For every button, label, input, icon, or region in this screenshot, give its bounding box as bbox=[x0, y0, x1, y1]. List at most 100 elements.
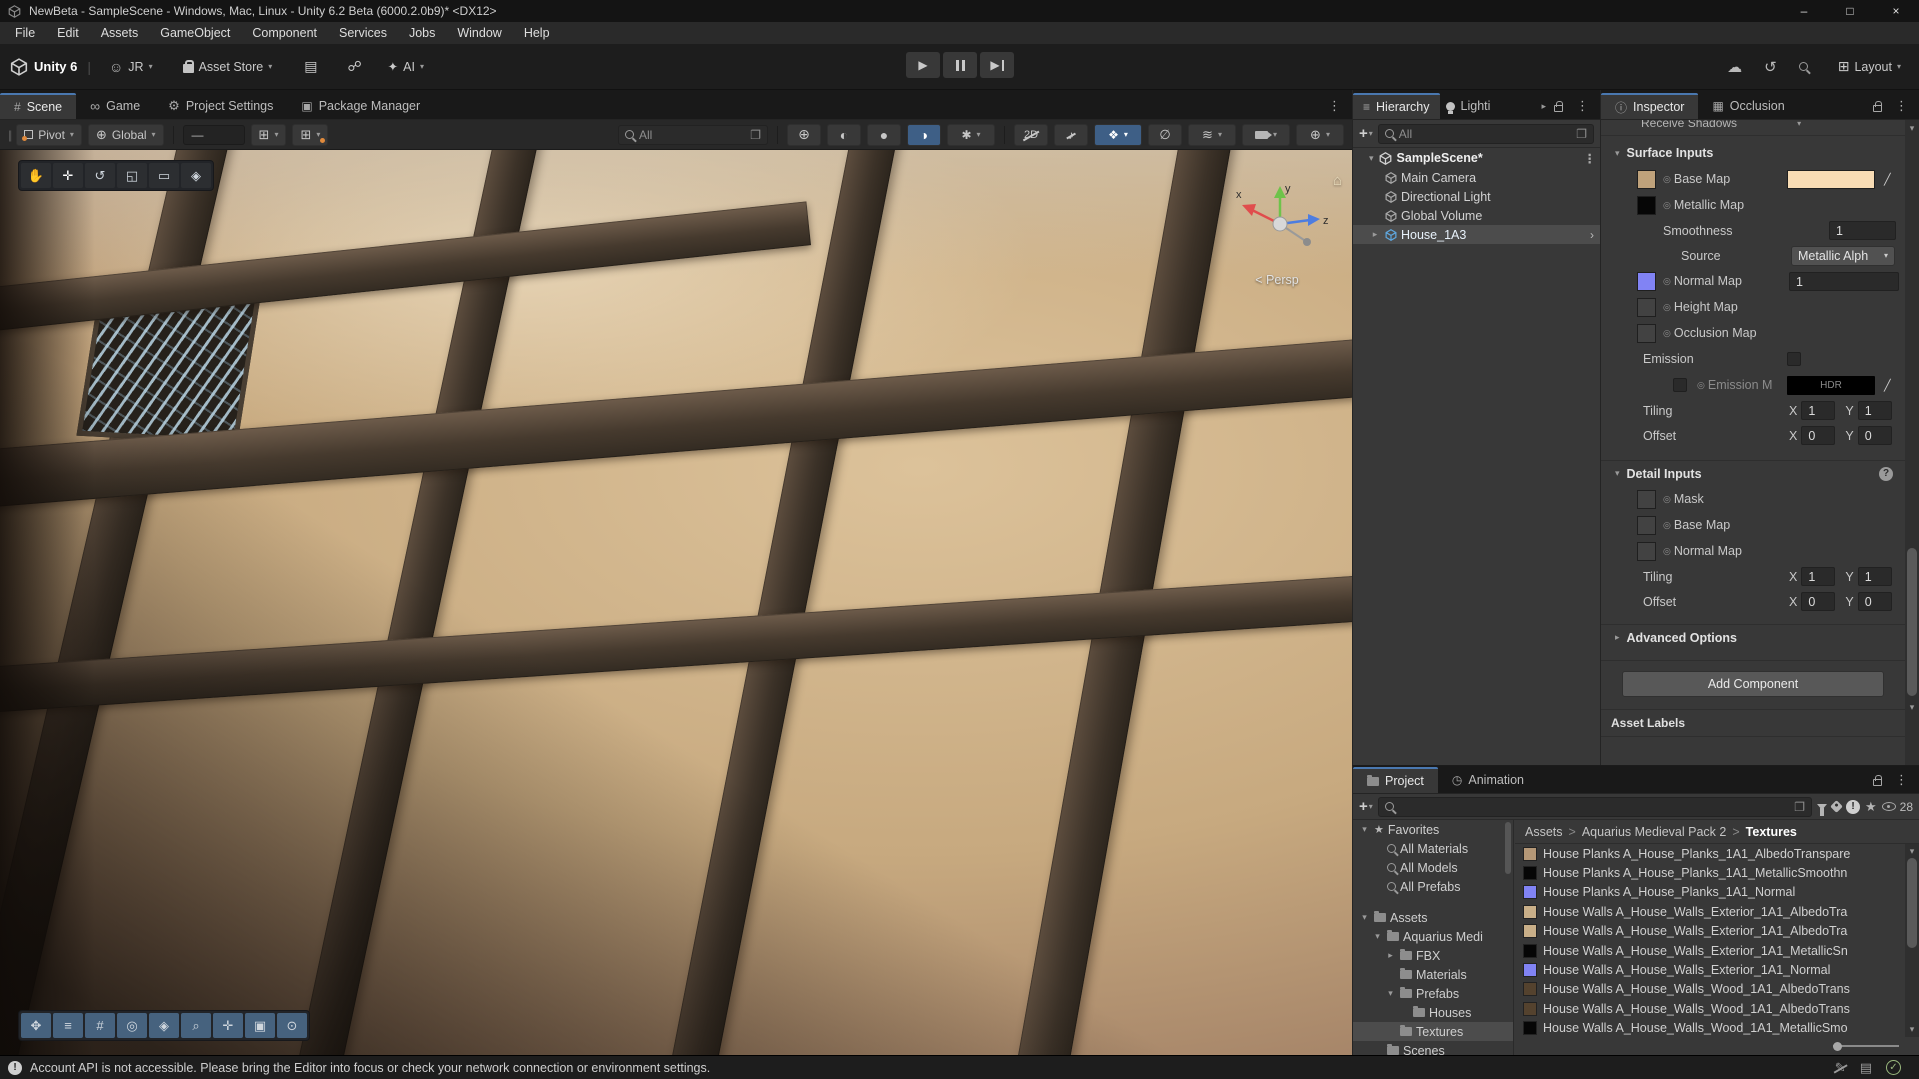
kebab-menu-icon[interactable]: ⋮ bbox=[1584, 151, 1597, 166]
search-by-type-icon[interactable] bbox=[1817, 804, 1827, 810]
occlusion-map-row[interactable]: ◎Occlusion Map bbox=[1601, 320, 1905, 346]
scene-pick-icon[interactable]: ◎ bbox=[1663, 276, 1671, 287]
kebab-menu-icon[interactable]: ⋮ bbox=[1890, 772, 1913, 788]
tab-package-manager[interactable]: ▣ Package Manager bbox=[287, 93, 434, 119]
emission-map-checkbox[interactable] bbox=[1673, 378, 1687, 392]
prefab-open-chevron[interactable]: › bbox=[1590, 228, 1594, 242]
create-object-button[interactable]: + ▾ bbox=[1359, 125, 1373, 142]
scrollbar-thumb[interactable] bbox=[1907, 548, 1917, 696]
tree-item-prefabs[interactable]: ▾ ★ Prefabs bbox=[1353, 984, 1513, 1003]
emission-row[interactable]: Emission bbox=[1601, 346, 1905, 372]
breadcrumb-current[interactable]: Textures bbox=[1746, 825, 1797, 839]
tiling-y-field[interactable]: 1 bbox=[1858, 401, 1892, 420]
tree-item-all-prefabs[interactable]: ★ All Prefabs bbox=[1353, 877, 1513, 896]
scene-pick-icon[interactable]: ◎ bbox=[1663, 302, 1671, 313]
minimize-button[interactable]: – bbox=[1781, 0, 1827, 22]
orientation-gizmo[interactable]: x y z < Persp bbox=[1222, 180, 1332, 287]
scene-pick-icon[interactable]: ◎ bbox=[1663, 546, 1671, 557]
tree-item-materials[interactable]: ★ Materials bbox=[1353, 965, 1513, 984]
base-map-color-swatch[interactable] bbox=[1787, 170, 1875, 189]
tab-lighting[interactable]: Lighti bbox=[1440, 93, 1497, 119]
tree-item-fbx[interactable]: ▸ ★ FBX bbox=[1353, 946, 1513, 965]
tab-overflow-icon[interactable]: ▸ bbox=[1541, 101, 1546, 112]
eyedropper-icon[interactable]: ╱ bbox=[1880, 173, 1895, 186]
normal-scale-field[interactable]: 1 bbox=[1789, 272, 1899, 291]
pause-button[interactable] bbox=[943, 52, 977, 78]
hidden-packages-icon[interactable]: ! bbox=[1846, 800, 1860, 814]
kebab-menu-icon[interactable]: ⋮ bbox=[1323, 98, 1346, 114]
scene-viewport[interactable]: ✋✛↺◱▭◈ x y z < Persp bbox=[0, 150, 1352, 1055]
file-list-scrollbar[interactable]: ▾ ▾ bbox=[1905, 844, 1919, 1037]
account-dropdown[interactable]: ☺ JR ▾ bbox=[101, 55, 161, 79]
asset-labels-header[interactable]: Asset Labels bbox=[1601, 709, 1905, 737]
move-tool-button[interactable]: ✛ bbox=[53, 163, 83, 188]
step-button[interactable]: ▶ bbox=[980, 52, 1014, 78]
smoothness-row[interactable]: Smoothness 1 bbox=[1601, 218, 1905, 243]
House Walls A_House_Walls_Wood_1A1_AlbedoTrans[interactable]: House Walls A_House_Walls_Wood_1A1_Albed… bbox=[1515, 999, 1905, 1018]
menu-item[interactable]: Jobs bbox=[398, 22, 446, 44]
House Walls A_House_Walls_Exterior_1A1_AlbedoTra[interactable]: House Walls A_House_Walls_Exterior_1A1_A… bbox=[1515, 902, 1905, 921]
scale-tool-button[interactable]: ◱ bbox=[117, 163, 147, 188]
tiling-x-field[interactable]: 1 bbox=[1801, 401, 1835, 420]
tab-occlusion[interactable]: ▦ Occlusion bbox=[1698, 93, 1798, 119]
hidden-objects-button[interactable]: ∅ bbox=[1148, 124, 1182, 146]
kebab-menu-icon[interactable]: ⋮ bbox=[1890, 98, 1913, 114]
tree-item-all-materials[interactable]: ★ All Materials bbox=[1353, 839, 1513, 858]
scrollbar-thumb[interactable] bbox=[1505, 822, 1511, 874]
layout-dropdown[interactable]: ⊞ Layout ▾ bbox=[1830, 54, 1909, 79]
hierarchy-item[interactable]: Global Volume bbox=[1353, 206, 1600, 225]
orbit-button[interactable]: ◎ bbox=[117, 1013, 147, 1038]
inspector-scrollbar[interactable]: ▾ ▾ bbox=[1905, 120, 1919, 765]
scene-pick-icon[interactable]: ◎ bbox=[1663, 520, 1671, 531]
tree-item-scenes[interactable]: ★ Scenes bbox=[1353, 1041, 1513, 1055]
hierarchy-item[interactable]: Main Camera bbox=[1353, 168, 1600, 187]
emission-map-row[interactable]: ◎Emission M HDR╱ bbox=[1601, 372, 1905, 398]
House Walls A_House_Walls_Wood_1A1_AlbedoTrans[interactable]: House Walls A_House_Walls_Wood_1A1_Albed… bbox=[1515, 980, 1905, 999]
lock-icon[interactable] bbox=[1554, 105, 1563, 112]
menu-item[interactable]: Component bbox=[241, 22, 328, 44]
base-map-thumbnail[interactable] bbox=[1637, 170, 1656, 189]
detail-base-thumbnail[interactable] bbox=[1637, 516, 1656, 535]
menu-item[interactable]: Services bbox=[328, 22, 398, 44]
base-map-row[interactable]: ◎Base Map ╱ bbox=[1601, 166, 1905, 192]
tab-inspector[interactable]: ⓘ Inspector bbox=[1601, 93, 1698, 119]
tiling-row[interactable]: Tiling X1 Y1 bbox=[1601, 398, 1905, 423]
detail-offset-row[interactable]: Offset X0 Y0 bbox=[1601, 589, 1905, 614]
play-button[interactable]: ▶ bbox=[906, 52, 940, 78]
scene-pick-icon[interactable]: ◎ bbox=[1663, 174, 1671, 185]
global-dropdown[interactable]: ⊕ Global ▾ bbox=[88, 124, 164, 146]
hierarchy-item[interactable]: Directional Light bbox=[1353, 187, 1600, 206]
detail-mask-row[interactable]: ◎Mask bbox=[1601, 486, 1905, 512]
tree-scrollbar[interactable] bbox=[1504, 820, 1512, 1055]
emission-checkbox[interactable] bbox=[1787, 352, 1801, 366]
rect-tool-button[interactable]: ▭ bbox=[149, 163, 179, 188]
House Planks A_House_Planks_1A1_MetallicSmoothn[interactable]: House Planks A_House_Planks_1A1_Metallic… bbox=[1515, 863, 1905, 882]
scene-pick-icon[interactable]: ◎ bbox=[1663, 494, 1671, 505]
grid-size-field[interactable]: — bbox=[183, 125, 245, 145]
detail-offset-y-field[interactable]: 0 bbox=[1858, 592, 1892, 611]
tab-project[interactable]: Project bbox=[1353, 767, 1438, 793]
thumbnail-size-slider[interactable] bbox=[1833, 1041, 1899, 1051]
normal-map-row[interactable]: ◎Normal Map 1 bbox=[1601, 268, 1905, 294]
add-component-button[interactable]: Add Component bbox=[1622, 671, 1884, 697]
close-button[interactable]: × bbox=[1873, 0, 1919, 22]
menu-item[interactable]: Edit bbox=[46, 22, 90, 44]
gizmos-dropdown[interactable]: ⊕ ▾ bbox=[1296, 124, 1344, 146]
scroll-down-icon[interactable]: ▾ bbox=[1905, 702, 1919, 713]
detail-base-map-row[interactable]: ◎Base Map bbox=[1601, 512, 1905, 538]
transform-settings-button[interactable]: ≡ bbox=[53, 1013, 83, 1038]
grid-visual-button[interactable]: # bbox=[85, 1013, 115, 1038]
shaded-wireframe-button[interactable]: ◐ bbox=[827, 124, 861, 146]
offset-y-field[interactable]: 0 bbox=[1858, 426, 1892, 445]
occlusion-map-thumbnail[interactable] bbox=[1637, 324, 1656, 343]
layers-dropdown[interactable]: ≋ ▾ bbox=[1188, 124, 1236, 146]
scene-search-input[interactable]: All ❐ bbox=[618, 125, 768, 145]
mask-thumbnail[interactable] bbox=[1637, 490, 1656, 509]
check-circle-icon[interactable]: ✓ bbox=[1886, 1060, 1901, 1075]
projection-label[interactable]: < Persp bbox=[1222, 273, 1332, 287]
debug-draw-dropdown[interactable]: ✱ ▾ bbox=[947, 124, 995, 146]
hierarchy-scene-row[interactable]: ▾ SampleScene* ⋮ bbox=[1353, 148, 1600, 168]
House Walls A_House_Walls_Exterior_1A1_AlbedoTra[interactable]: House Walls A_House_Walls_Exterior_1A1_A… bbox=[1515, 922, 1905, 941]
eyedropper-icon[interactable]: ╱ bbox=[1880, 379, 1895, 392]
House Planks A_House_Planks_1A1_AlbedoTranspare[interactable]: House Planks A_House_Planks_1A1_AlbedoTr… bbox=[1515, 844, 1905, 863]
